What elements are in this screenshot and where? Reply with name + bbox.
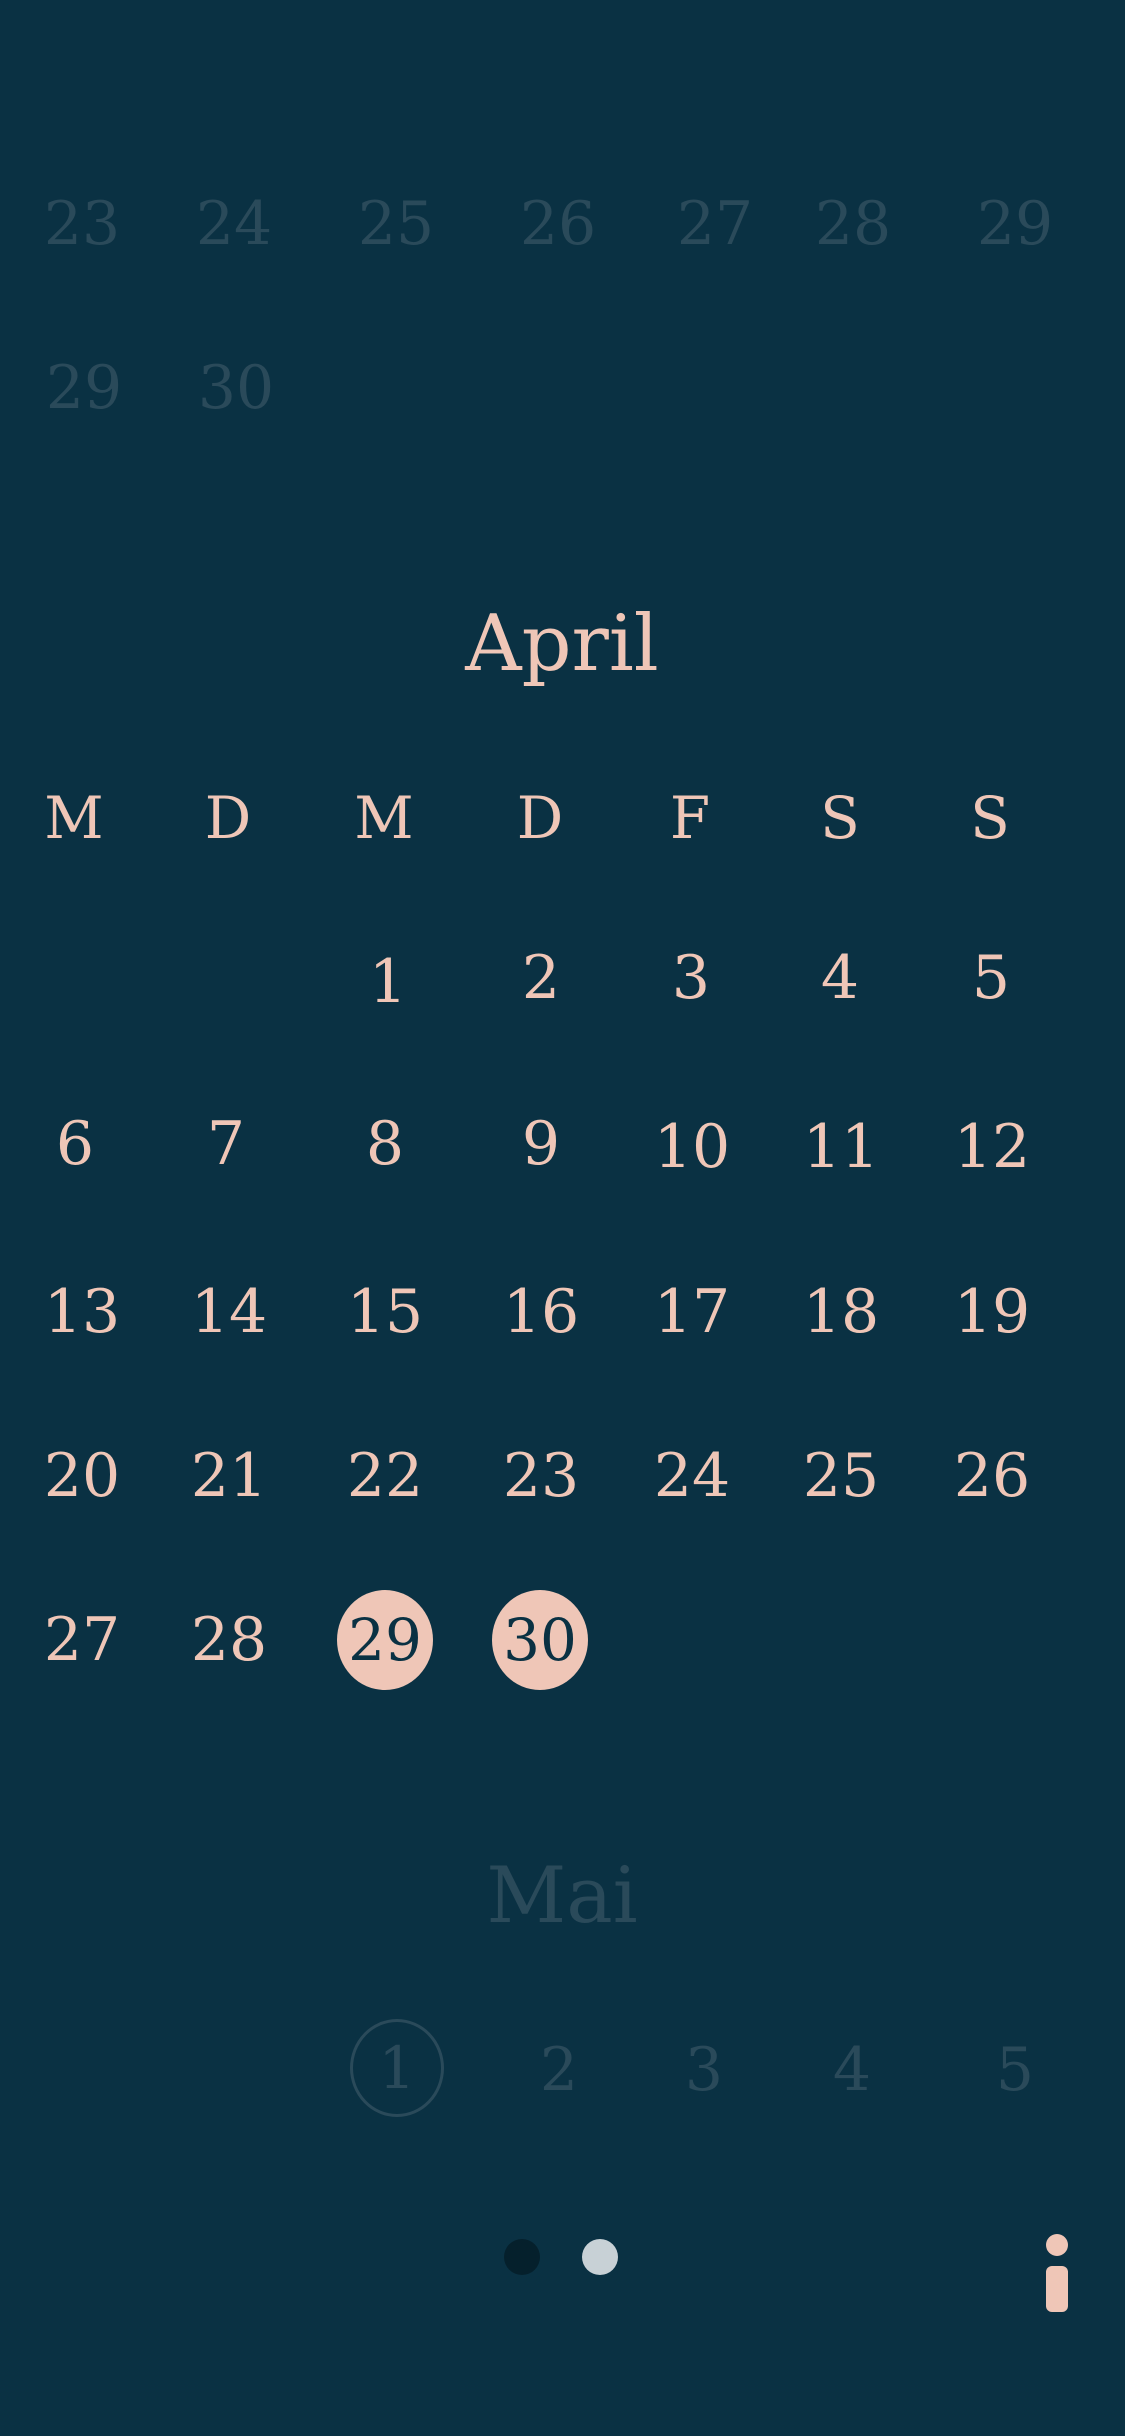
day-cell[interactable]: 17 [654,1282,730,1342]
prev-day[interactable]: 25 [358,194,434,254]
day-cell[interactable]: 7 [207,1114,245,1174]
info-icon[interactable] [1038,2234,1074,2324]
weekday-label: D [516,784,564,852]
day-cell[interactable]: 11 [803,1117,879,1177]
day-cell[interactable]: 16 [503,1282,579,1342]
next-day[interactable]: 5 [996,2040,1034,2100]
day-cell[interactable]: 4 [821,948,859,1008]
day-cell[interactable]: 2 [522,948,560,1008]
day-cell-today-ring[interactable]: 1 [350,2019,444,2117]
prev-day[interactable]: 30 [198,358,274,418]
prev-day[interactable]: 29 [977,194,1053,254]
day-cell[interactable]: 15 [347,1282,423,1342]
day-number: 30 [503,1606,577,1674]
weekday-label: D [204,784,252,852]
page-dot-inactive[interactable] [504,2239,540,2275]
month-title: April [465,599,659,689]
prev-day[interactable]: 24 [196,194,272,254]
day-number: 1 [378,2034,416,2102]
next-day[interactable]: 4 [833,2040,871,2100]
day-cell[interactable]: 10 [654,1117,730,1177]
day-cell[interactable]: 21 [191,1446,267,1506]
prev-day[interactable]: 29 [46,358,122,418]
day-cell[interactable]: 19 [954,1282,1030,1342]
day-cell[interactable]: 22 [347,1446,423,1506]
prev-day[interactable]: 28 [815,194,891,254]
prev-day[interactable]: 23 [44,194,120,254]
day-cell[interactable]: 12 [954,1117,1030,1177]
weekday-label: S [970,784,1010,852]
day-cell[interactable]: 3 [672,948,710,1008]
day-cell[interactable]: 5 [972,948,1010,1008]
prev-day[interactable]: 27 [677,194,753,254]
weekday-label: F [669,784,711,852]
day-cell[interactable]: 25 [803,1446,879,1506]
prev-day[interactable]: 26 [520,194,596,254]
day-cell[interactable]: 28 [191,1610,267,1670]
day-cell-highlighted[interactable]: 30 [492,1590,588,1690]
day-cell[interactable]: 26 [954,1446,1030,1506]
day-cell[interactable]: 18 [803,1282,879,1342]
weekday-label: S [820,784,860,852]
page-dot-active[interactable] [582,2239,618,2275]
day-cell[interactable]: 8 [366,1114,404,1174]
calendar-screen: 23 24 25 26 27 28 29 29 30 April M D M D… [0,0,1125,2436]
next-day[interactable]: 3 [685,2040,723,2100]
weekday-label: M [354,784,414,852]
day-cell[interactable]: 14 [191,1282,267,1342]
day-number: 29 [348,1606,422,1674]
day-cell[interactable]: 23 [503,1446,579,1506]
day-cell[interactable]: 20 [44,1446,120,1506]
day-cell[interactable]: 24 [654,1446,730,1506]
info-icon-bar [1046,2266,1068,2312]
month-title: Mai [486,1851,638,1941]
day-cell[interactable]: 13 [44,1282,120,1342]
day-cell[interactable]: 6 [56,1114,94,1174]
next-day[interactable]: 2 [540,2040,578,2100]
day-cell[interactable]: 9 [522,1114,560,1174]
day-cell[interactable]: 27 [44,1610,120,1670]
weekday-label: M [44,784,104,852]
day-cell[interactable]: 1 [369,952,407,1012]
info-icon-dot [1046,2234,1068,2256]
day-cell-highlighted[interactable]: 29 [337,1590,433,1690]
